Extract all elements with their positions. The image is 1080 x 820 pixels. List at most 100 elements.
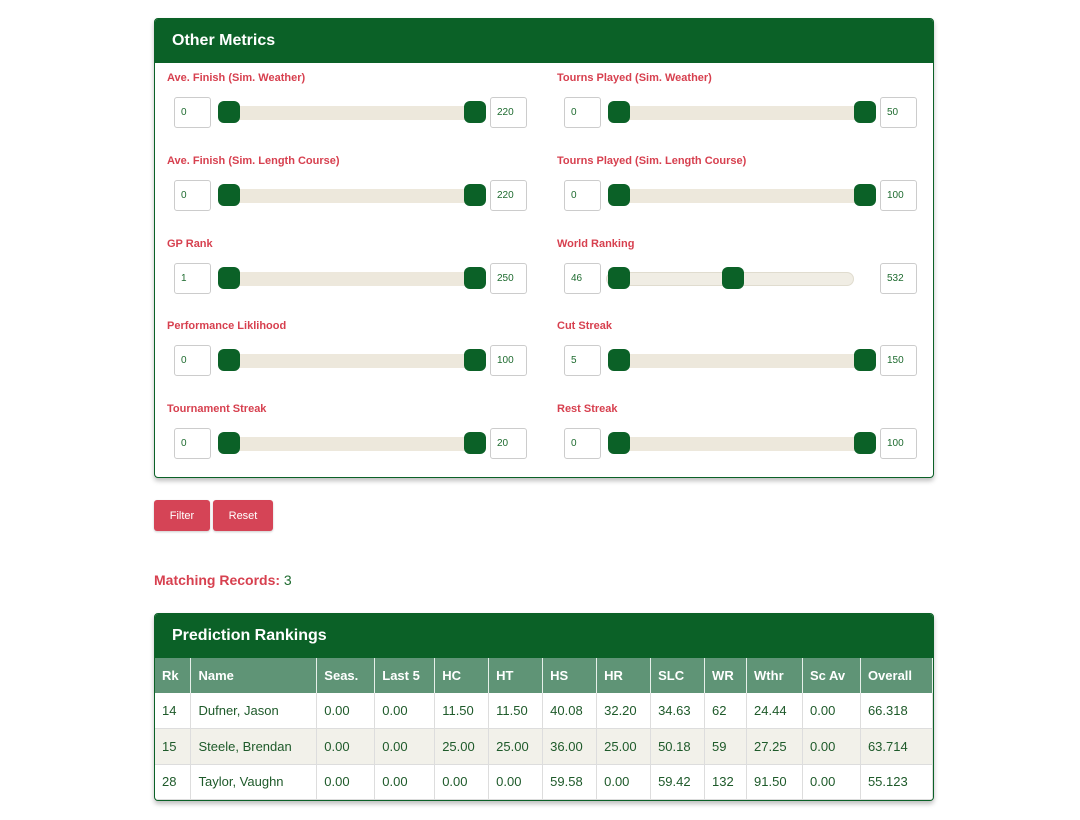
table-cell: 15 [155, 728, 192, 765]
range-slider-track[interactable] [219, 354, 475, 369]
range-slider-track[interactable] [219, 437, 475, 452]
panel-title: Other Metrics [155, 19, 933, 63]
column-header[interactable]: Last 5 [374, 658, 436, 693]
range-slider-max-handle[interactable] [854, 101, 876, 123]
table-row[interactable]: 14 Dufner, Jason 0.00 0.00 11.50 11.50 40.08 32… [155, 693, 933, 729]
min-input[interactable] [564, 428, 601, 460]
range-slider-track[interactable] [219, 188, 475, 203]
table-cell: 40.08 [542, 693, 598, 729]
max-input[interactable] [490, 179, 527, 211]
min-input[interactable] [564, 97, 601, 128]
filter-button[interactable]: Filter [154, 500, 210, 531]
range-slider-min-handle[interactable] [218, 183, 240, 206]
range-slider-min-handle[interactable] [608, 432, 630, 455]
column-header[interactable]: WR [704, 658, 748, 693]
range-slider-min-handle[interactable] [218, 101, 240, 123]
min-input[interactable] [564, 179, 601, 211]
table-header-row: Rk Name Seas. Last 5 HC HT HS HR SLC WR Wthr Sc Av O… [155, 658, 933, 693]
max-input[interactable] [880, 345, 917, 377]
min-input[interactable] [174, 345, 211, 377]
column-header[interactable]: HT [488, 658, 544, 693]
table-cell: 91.50 [746, 764, 803, 800]
range-slider-min-handle[interactable] [218, 266, 240, 289]
range-slider-track[interactable] [609, 188, 865, 203]
table-cell: 0.00 [316, 764, 376, 800]
range-slider-max-handle[interactable] [854, 432, 876, 455]
reset-button[interactable]: Reset [213, 500, 273, 531]
column-header[interactable]: Name [190, 658, 318, 693]
column-header[interactable]: Rk [155, 658, 192, 693]
table-cell: 59.42 [650, 764, 706, 800]
table-row[interactable]: 28 Taylor, Vaughn 0.00 0.00 0.00 0.00 59.58 0.0… [155, 764, 933, 800]
table-cell: 25.00 [434, 728, 490, 765]
table-cell: 0.00 [374, 693, 436, 729]
column-header[interactable]: Wthr [746, 658, 803, 693]
slider-label: Ave. Finish (Sim. Length Course) [167, 154, 340, 167]
max-input[interactable] [880, 262, 917, 294]
range-slider-min-handle[interactable] [218, 432, 240, 455]
range-slider-track[interactable] [609, 354, 865, 369]
range-slider-max-handle[interactable] [464, 101, 486, 123]
range-slider-min-handle[interactable] [218, 349, 240, 372]
range-slider-min-handle[interactable] [608, 266, 630, 289]
min-input[interactable] [174, 262, 211, 294]
column-header[interactable]: SLC [650, 658, 706, 693]
slider-group: Cut Streak [545, 311, 917, 391]
table-cell: 14 [155, 693, 192, 729]
table-cell: 0.00 [802, 728, 861, 765]
column-header[interactable]: Seas. [316, 658, 376, 693]
range-slider-min-handle[interactable] [608, 349, 630, 372]
slider-label: Ave. Finish (Sim. Weather) [167, 72, 306, 84]
slider-label: Tournament Streak [167, 403, 267, 416]
column-header[interactable]: HC [434, 658, 490, 693]
slider-group: GP Rank [155, 229, 527, 309]
range-slider-track[interactable] [219, 106, 475, 120]
table-cell: Steele, Brendan [190, 728, 318, 765]
column-header[interactable]: HS [542, 658, 598, 693]
min-input[interactable] [564, 262, 601, 294]
table-cell: 36.00 [542, 728, 598, 765]
column-header[interactable]: Sc Av [802, 658, 861, 693]
table-cell: 0.00 [374, 764, 436, 800]
matching-records-count: 3 [283, 572, 292, 588]
column-header[interactable]: HR [596, 658, 652, 693]
max-input[interactable] [490, 97, 527, 128]
max-input[interactable] [490, 345, 527, 377]
max-input[interactable] [490, 262, 527, 294]
min-input[interactable] [174, 97, 211, 128]
table-row[interactable]: 15 Steele, Brendan 0.00 0.00 25.00 25.00 36.00… [155, 728, 933, 765]
max-input[interactable] [880, 97, 917, 128]
table-cell: 0.00 [316, 728, 376, 765]
table-cell: 27.25 [746, 728, 803, 765]
table-cell: Dufner, Jason [190, 693, 318, 729]
range-slider-max-handle[interactable] [854, 349, 876, 372]
panel-title: Prediction Rankings [155, 614, 933, 658]
slider-group: Ave. Finish (Sim. Weather) [155, 63, 527, 143]
range-slider-track[interactable] [609, 106, 865, 120]
table-cell: 132 [704, 764, 748, 800]
min-input[interactable] [174, 179, 211, 211]
table-cell: 55.123 [860, 764, 933, 800]
range-slider-max-handle[interactable] [722, 266, 745, 289]
range-slider-min-handle[interactable] [608, 101, 630, 123]
column-header[interactable]: Overall [860, 658, 933, 693]
range-slider-track[interactable] [219, 271, 475, 286]
min-input[interactable] [174, 428, 211, 460]
slider-group: Tourns Played (Sim. Weather) [545, 63, 917, 143]
range-slider-track[interactable] [609, 437, 865, 452]
table-cell: 62 [704, 693, 748, 729]
range-slider-min-handle[interactable] [608, 183, 630, 206]
table-cell: 11.50 [434, 693, 490, 729]
max-input[interactable] [880, 179, 917, 211]
range-slider-max-handle[interactable] [464, 266, 486, 289]
max-input[interactable] [490, 428, 527, 460]
max-input[interactable] [880, 428, 917, 460]
table-cell: 11.50 [488, 693, 544, 729]
range-slider-max-handle[interactable] [464, 183, 486, 206]
range-slider-max-handle[interactable] [854, 183, 876, 206]
range-slider-max-handle[interactable] [464, 432, 486, 455]
min-input[interactable] [564, 345, 601, 377]
rankings-table: Rk Name Seas. Last 5 HC HT HS HR SLC WR Wthr Sc Av O… [155, 658, 933, 800]
table-cell: 28 [155, 764, 192, 800]
range-slider-max-handle[interactable] [464, 349, 486, 372]
